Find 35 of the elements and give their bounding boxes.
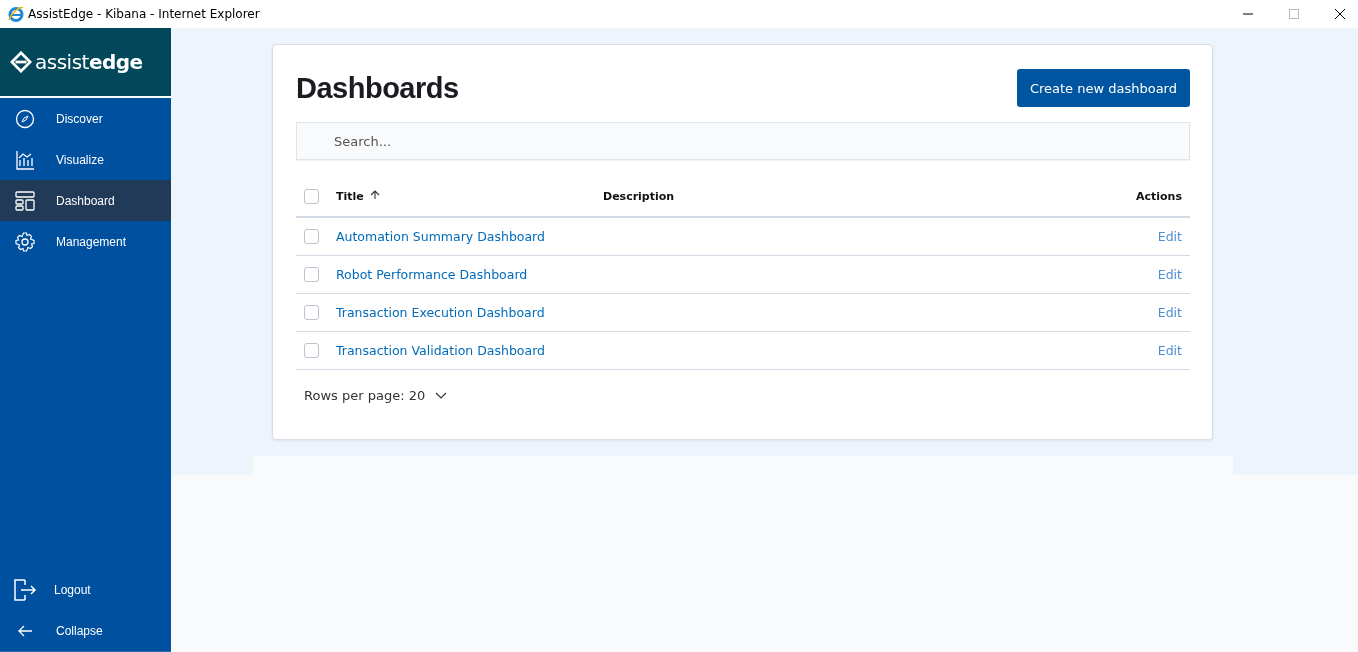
checkbox[interactable] — [304, 267, 319, 282]
create-dashboard-button[interactable]: Create new dashboard — [1016, 69, 1190, 107]
browser-logo-icon — [8, 6, 24, 22]
nav-item[interactable]: Visualize — [0, 139, 171, 180]
nav-item[interactable]: Collapse — [0, 610, 171, 651]
checkbox[interactable] — [304, 343, 319, 358]
checkbox[interactable] — [304, 188, 319, 204]
nav-item[interactable]: Management — [0, 221, 171, 262]
checkbox[interactable] — [304, 229, 319, 244]
chart-icon — [15, 149, 35, 170]
column-header[interactable]: Title — [336, 189, 364, 203]
sort-arrow-up-icon[interactable] — [369, 189, 380, 200]
chevron-down-icon — [435, 391, 448, 400]
logout-icon — [13, 577, 37, 602]
logo: assistedge — [35, 50, 143, 74]
dashboard-link[interactable]: Transaction Execution Dashboard — [336, 305, 545, 320]
page-title: Dashboards — [296, 71, 459, 105]
nav-item[interactable]: Dashboard — [0, 180, 171, 221]
settings-icon — [15, 231, 35, 252]
dashboard-link[interactable]: Robot Performance Dashboard — [336, 267, 528, 282]
search-field[interactable]: Search... — [296, 122, 1190, 160]
close-icon[interactable] — [1334, 8, 1346, 20]
layout-icon — [15, 190, 35, 211]
compass-icon — [15, 108, 35, 129]
column-header: Description — [603, 189, 675, 203]
rows-per-page-dropdown[interactable]: Rows per page: 20 — [296, 384, 456, 407]
window-title: AssistEdge - Kibana - Internet Explorer — [28, 7, 260, 21]
maximize-icon[interactable] — [1288, 8, 1300, 20]
logo-icon — [10, 51, 32, 73]
dashboard-link[interactable]: Automation Summary Dashboard — [336, 229, 545, 244]
column-header: Actions — [1136, 189, 1182, 203]
checkbox[interactable] — [304, 305, 319, 320]
nav-item[interactable]: Discover — [0, 98, 171, 139]
dashboard-link[interactable]: Transaction Validation Dashboard — [336, 343, 545, 358]
nav-item[interactable]: Logout — [0, 569, 171, 610]
